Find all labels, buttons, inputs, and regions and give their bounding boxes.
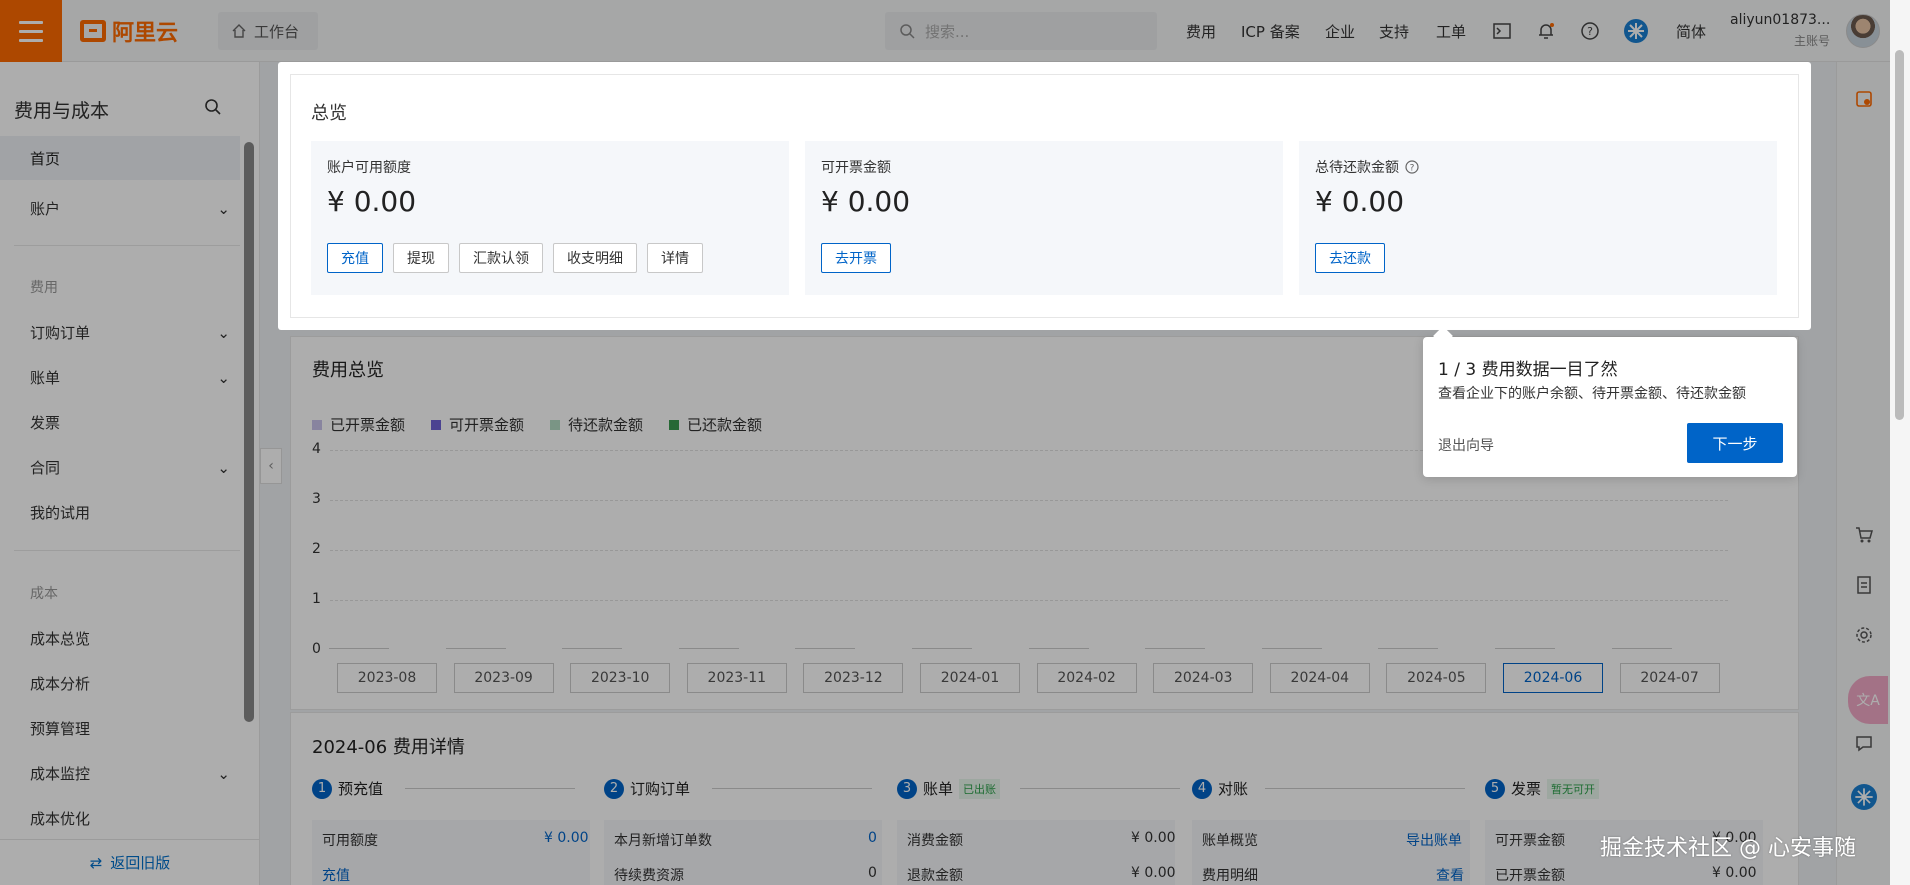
recharge-button[interactable]: 充值	[327, 243, 383, 273]
issue-invoice-button[interactable]: 去开票	[821, 243, 891, 273]
card-amount: ¥ 0.00	[327, 185, 417, 218]
card-label-text: 账户可用额度	[327, 160, 411, 176]
account-balance-card: 账户可用额度 ¥ 0.00 充值 提现 汇款认领 收支明细 详情	[311, 141, 789, 295]
transactions-button[interactable]: 收支明细	[553, 243, 637, 273]
withdraw-button[interactable]: 提现	[393, 243, 449, 273]
tour-title: 1 / 3 费用数据一目了然	[1438, 360, 1618, 380]
card-label: 总待还款金额 ?	[1315, 157, 1419, 177]
exit-tour-link[interactable]: 退出向导	[1438, 435, 1494, 455]
next-step-button[interactable]: 下一步	[1687, 423, 1783, 463]
overview-title: 总览	[311, 103, 347, 124]
card-label-text: 可开票金额	[821, 160, 891, 176]
remittance-claim-button[interactable]: 汇款认领	[459, 243, 543, 273]
overview-panel: 总览 账户可用额度 ¥ 0.00 充值 提现 汇款认领 收支明细 详情 可开票金…	[290, 74, 1799, 318]
tour-tooltip: 1 / 3 费用数据一目了然 查看企业下的账户余额、待开票金额、待还款金额 退出…	[1423, 337, 1797, 477]
card-label: 可开票金额	[821, 157, 891, 177]
card-label: 账户可用额度	[327, 157, 411, 177]
scrollbar-thumb[interactable]	[1895, 50, 1904, 420]
repayment-card: 总待还款金额 ? ¥ 0.00 去还款	[1299, 141, 1777, 295]
help-icon[interactable]: ?	[1405, 160, 1419, 174]
details-button[interactable]: 详情	[647, 243, 703, 273]
card-amount: ¥ 0.00	[1315, 185, 1405, 218]
card-label-text: 总待还款金额	[1315, 160, 1399, 176]
page-scrollbar[interactable]	[1890, 0, 1910, 885]
card-amount: ¥ 0.00	[821, 185, 911, 218]
svg-text:?: ?	[1410, 164, 1415, 174]
watermark: 掘金技术社区 @ 心安事随	[1600, 836, 1856, 861]
tour-description: 查看企业下的账户余额、待开票金额、待还款金额	[1438, 386, 1746, 402]
repay-button[interactable]: 去还款	[1315, 243, 1385, 273]
invoiceable-card: 可开票金额 ¥ 0.00 去开票	[805, 141, 1283, 295]
